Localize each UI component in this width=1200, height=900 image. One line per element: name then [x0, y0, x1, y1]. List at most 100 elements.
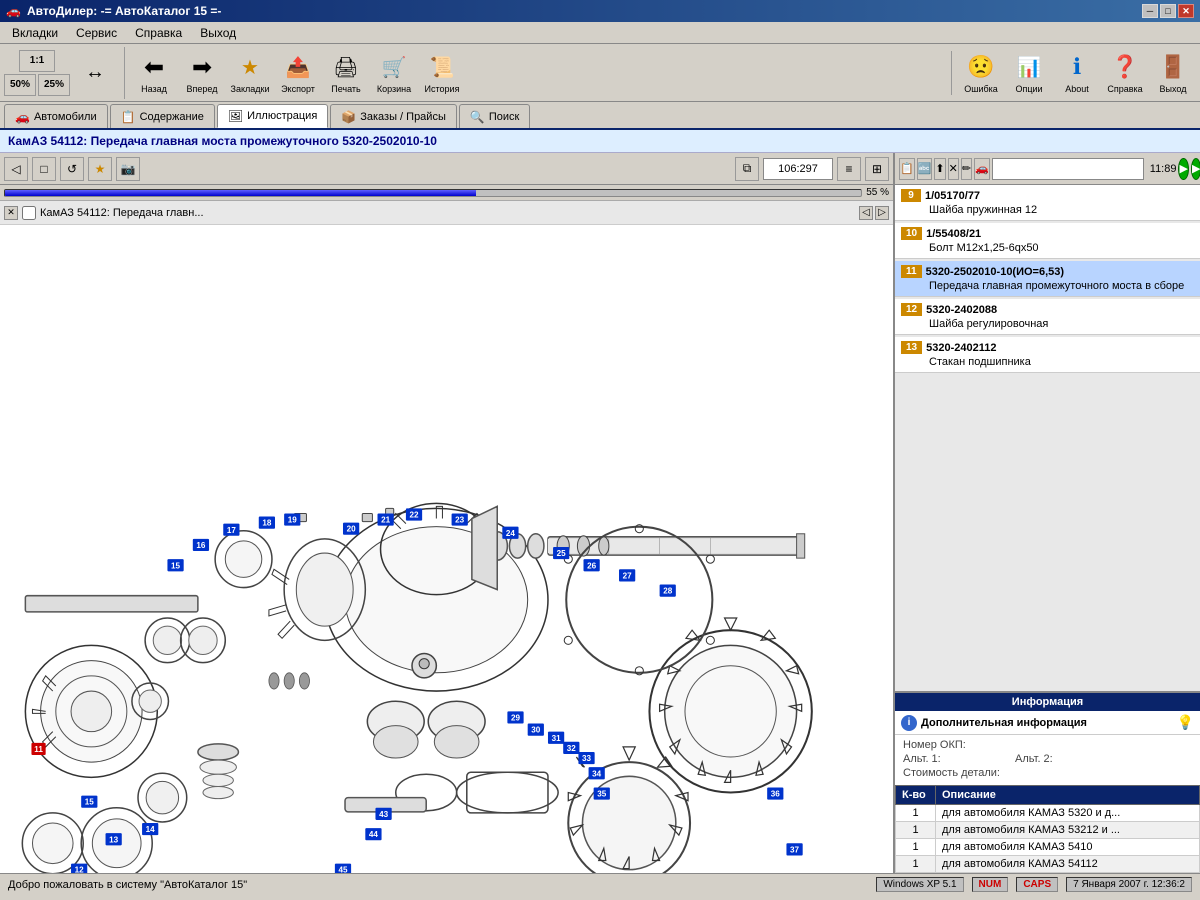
- progress-bar-row: 55 %: [0, 185, 893, 201]
- menu-exit[interactable]: Выход: [192, 24, 244, 42]
- part-item-12[interactable]: 12 5320-2402088 Шайба регулировочная: [895, 299, 1200, 335]
- svg-text:31: 31: [552, 734, 562, 743]
- tab-contents-label: Содержание: [140, 111, 204, 123]
- parts-list[interactable]: 9 1/05170/77 Шайба пружинная 12 10 1/554…: [895, 185, 1200, 691]
- ill-prev-button[interactable]: ◁: [4, 157, 28, 181]
- menu-bar: Вкладки Сервис Справка Выход: [0, 22, 1200, 44]
- right-btn-1[interactable]: 📋: [899, 158, 915, 180]
- main-toolbar: 1:1 50% 25% ↔ ⬅ Назад ➡ Вперед ★ Закладк…: [0, 44, 1200, 102]
- play-button-1[interactable]: ▶: [1178, 158, 1188, 180]
- error-label: Ошибка: [964, 84, 998, 94]
- part-num-13: 13: [901, 341, 922, 354]
- ill-list1-button[interactable]: ≡: [837, 157, 861, 181]
- error-button[interactable]: 😟 Ошибка: [958, 48, 1004, 98]
- table-row[interactable]: 1для автомобиля КАМАЗ 5410: [896, 839, 1200, 856]
- help-icon: ❓: [1109, 51, 1141, 83]
- exit-button[interactable]: 🚪 Выход: [1150, 48, 1196, 98]
- error-icon: 😟: [965, 51, 997, 83]
- part-item-10[interactable]: 10 1/55408/21 Болт М12х1,25-6qх50: [895, 223, 1200, 259]
- svg-text:36: 36: [771, 790, 781, 799]
- part-header-11: 11 5320-2502010-10(ИО=6,53): [901, 265, 1194, 278]
- tab-search-label: Поиск: [489, 111, 519, 123]
- table-row[interactable]: 1для автомобиля КАМАЗ 53212 и ...: [896, 822, 1200, 839]
- col-qty: К-во: [896, 786, 936, 805]
- menu-tabs[interactable]: Вкладки: [4, 24, 66, 42]
- illustration-toolbar: ◁ □ ↺ ★ 📷 ⧉ ≡ ⊞: [0, 153, 893, 185]
- ill-camera-button[interactable]: 📷: [116, 157, 140, 181]
- zoom-25-button[interactable]: 25%: [38, 74, 70, 96]
- export-button[interactable]: 📤 Экспорт: [275, 48, 321, 98]
- menu-service[interactable]: Сервис: [68, 24, 125, 42]
- maximize-button[interactable]: □: [1160, 4, 1176, 18]
- part-desc-13: Стакан подшипника: [901, 356, 1194, 368]
- right-toolbar-panel: 📋 🔤 ⬆ ✕ ✏ 🚗 11:89 ▶ ▶ ▶ ⊡: [895, 153, 1200, 185]
- search-input[interactable]: [992, 158, 1144, 180]
- options-button[interactable]: 📊 Опции: [1006, 48, 1052, 98]
- back-button[interactable]: ⬅ Назад: [131, 48, 177, 98]
- cell-qty: 1: [896, 839, 936, 856]
- part-item-11[interactable]: 11 5320-2502010-10(ИО=6,53) Передача гла…: [895, 261, 1200, 297]
- part-item-9[interactable]: 9 1/05170/77 Шайба пружинная 12: [895, 185, 1200, 221]
- illus-checkbox[interactable]: [22, 206, 36, 220]
- svg-text:37: 37: [790, 845, 800, 854]
- toolbar-separator: [951, 51, 952, 95]
- options-icon: 📊: [1013, 51, 1045, 83]
- print-button[interactable]: 🖨 Печать: [323, 48, 369, 98]
- svg-text:32: 32: [567, 744, 577, 753]
- basket-button[interactable]: 🛒 Корзина: [371, 48, 417, 98]
- illus-nav-right[interactable]: ▷: [875, 206, 889, 220]
- ill-list2-button[interactable]: ⊞: [865, 157, 889, 181]
- back-label: Назад: [141, 84, 167, 94]
- zoom-50-button[interactable]: 50%: [4, 74, 36, 96]
- tab-illustration-label: Иллюстрация: [247, 110, 317, 122]
- table-row[interactable]: 1для автомобиля КАМАЗ 54112: [896, 856, 1200, 873]
- history-button[interactable]: 📜 История: [419, 48, 465, 98]
- right-btn-4[interactable]: ✕: [948, 158, 959, 180]
- about-icon: ℹ: [1061, 51, 1093, 83]
- alt1-label: Альт. 1:: [903, 753, 983, 765]
- tab-contents-icon: 📋: [121, 110, 136, 124]
- ill-refresh-button[interactable]: ↺: [60, 157, 84, 181]
- about-button[interactable]: ℹ About: [1054, 48, 1100, 98]
- title-bar: 🚗 АвтоДилер: -= АвтоКаталог 15 =- ─ □ ✕: [0, 0, 1200, 22]
- tab-illustration[interactable]: 🖼 Иллюстрация: [217, 104, 328, 128]
- table-row[interactable]: 1для автомобиля КАМАЗ 5320 и д...: [896, 805, 1200, 822]
- fit-width-icon: ↔: [79, 57, 111, 89]
- fit-width-button[interactable]: ↔: [72, 48, 118, 98]
- bookmarks-button[interactable]: ★ Закладки: [227, 48, 273, 98]
- tab-contents[interactable]: 📋 Содержание: [110, 104, 215, 128]
- tab-orders[interactable]: 📦 Заказы / Прайсы: [330, 104, 457, 128]
- minimize-button[interactable]: ─: [1142, 4, 1158, 18]
- right-btn-6[interactable]: 🚗: [974, 158, 990, 180]
- right-btn-2[interactable]: 🔤: [917, 158, 933, 180]
- ill-bookmark-button[interactable]: □: [32, 157, 56, 181]
- close-button[interactable]: ✕: [1178, 4, 1194, 18]
- play-button-2[interactable]: ▶: [1191, 158, 1200, 180]
- ill-star-button[interactable]: ★: [88, 157, 112, 181]
- right-btn-5[interactable]: ✏: [961, 158, 972, 180]
- export-label: Экспорт: [281, 84, 315, 94]
- svg-text:26: 26: [587, 561, 597, 570]
- time-display: 11:89: [1150, 163, 1177, 175]
- ill-copy-button[interactable]: ⧉: [735, 157, 759, 181]
- zoom-11-button[interactable]: 1:1: [19, 50, 55, 72]
- part-item-13[interactable]: 13 5320-2402112 Стакан подшипника: [895, 337, 1200, 373]
- illus-close-button[interactable]: ✕: [4, 206, 18, 220]
- menu-help[interactable]: Справка: [127, 24, 190, 42]
- help-button[interactable]: ❓ Справка: [1102, 48, 1148, 98]
- tab-automobiles[interactable]: 🚗 Автомобили: [4, 104, 108, 128]
- exit-label: Выход: [1160, 84, 1187, 94]
- forward-button[interactable]: ➡ Вперед: [179, 48, 225, 98]
- app-icon: 🚗: [6, 4, 21, 18]
- okp-row: Номер ОКП:: [903, 739, 1192, 751]
- svg-text:15: 15: [85, 798, 95, 807]
- svg-text:22: 22: [410, 511, 420, 520]
- right-btn-3[interactable]: ⬆: [934, 158, 945, 180]
- tab-search[interactable]: 🔍 Поиск: [459, 104, 530, 128]
- svg-text:43: 43: [379, 810, 389, 819]
- svg-text:33: 33: [582, 754, 592, 763]
- window-controls: ─ □ ✕: [1142, 4, 1194, 18]
- okp-label: Номер ОКП:: [903, 739, 983, 751]
- page-input[interactable]: [763, 158, 833, 180]
- illus-nav-left[interactable]: ◁: [859, 206, 873, 220]
